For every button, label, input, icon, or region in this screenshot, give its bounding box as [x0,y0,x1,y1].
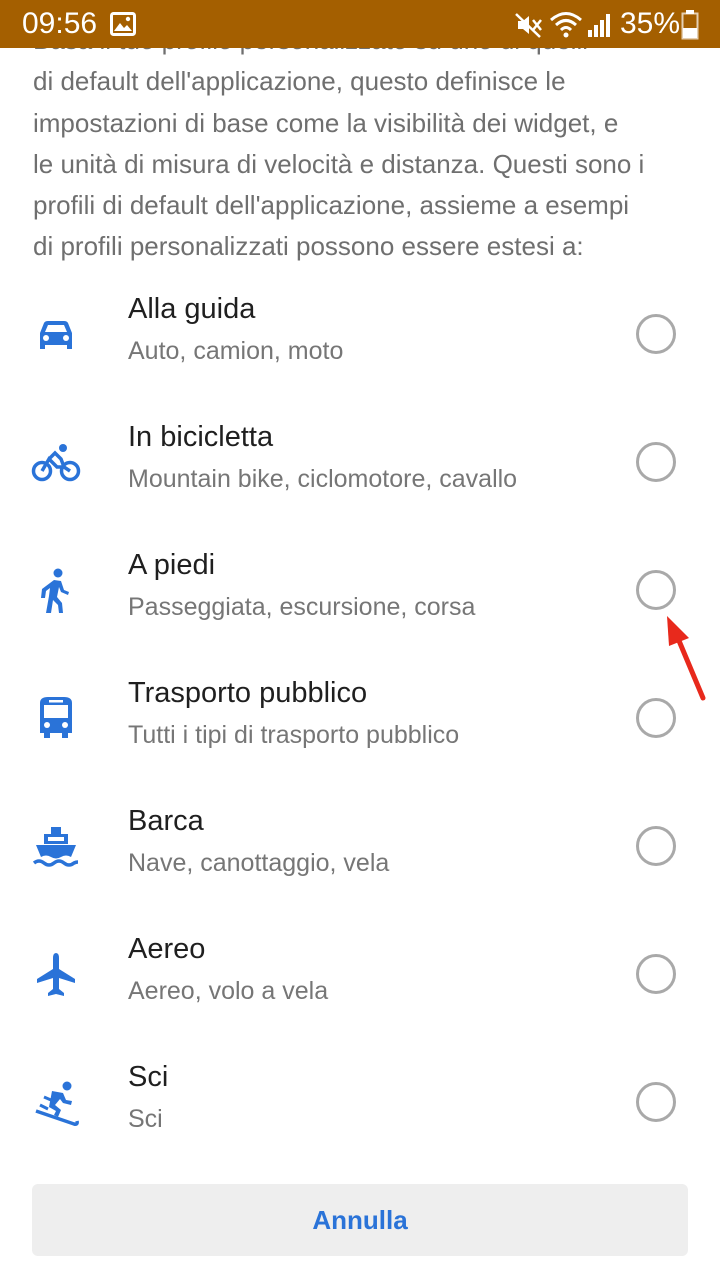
option-title: Sci [128,1061,169,1093]
annotation-arrow-icon [667,616,706,701]
battery-icon [681,10,699,40]
skiing-icon [35,1081,79,1126]
option-title: Aereo [128,933,206,965]
option-subtitle: Passeggiata, escursione, corsa [128,593,476,621]
option-subtitle: Auto, camion, moto [128,337,344,365]
intro-line: impostazioni di base come la visibilità … [33,107,619,138]
airplane-icon [37,953,75,996]
option-a-piedi[interactable]: A piedi Passeggiata, escursione, corsa [0,544,720,672]
option-barca[interactable]: Barca Nave, canottaggio, vela [0,800,720,928]
intro-line: le unità di misura di velocità e distanz… [33,148,645,179]
option-title: In bicicletta [128,421,274,453]
status-time: 09:56 [22,7,98,40]
option-title: Trasporto pubblico [128,677,368,709]
option-alla-guida[interactable]: Alla guida Auto, camion, moto [0,288,720,416]
radio-button[interactable] [636,442,676,482]
option-sci[interactable]: Sci Sci [0,1056,720,1184]
option-trasporto-pubblico[interactable]: Trasporto pubblico Tutti i tipi di trasp… [0,672,720,800]
bus-icon [40,697,72,738]
gallery-icon [110,12,136,36]
signal-icon [588,14,610,37]
option-subtitle: Sci [128,1105,163,1133]
intro-line: di profili personalizzati possono essere… [33,231,584,262]
walking-icon [41,568,69,613]
option-title: A piedi [128,549,216,581]
option-title: Alla guida [128,293,256,325]
radio-button[interactable] [636,1082,676,1122]
option-subtitle: Aereo, volo a vela [128,977,329,1005]
boat-icon [32,827,79,867]
option-subtitle: Tutti i tipi di trasporto pubblico [128,721,460,749]
radio-button[interactable] [636,954,676,994]
option-subtitle: Nave, canottaggio, vela [128,849,390,877]
status-bar: 09:56 35% [0,0,720,48]
option-subtitle: Mountain bike, ciclomotore, cavallo [128,465,518,493]
intro-line: profili di default dell'applicazione, as… [33,190,630,221]
cancel-button[interactable]: Annulla [32,1184,688,1256]
car-icon [40,321,72,349]
mute-icon [515,13,542,38]
radio-button[interactable] [636,698,676,738]
bicycle-icon [31,444,81,482]
option-aereo[interactable]: Aereo Aereo, volo a vela [0,928,720,1056]
battery-percentage: 35% [620,7,681,40]
radio-button[interactable] [636,826,676,866]
intro-line: di default dell'applicazione, questo def… [33,66,566,97]
intro-text: Basa il tuo profilo personalizzato su un… [33,20,693,268]
option-in-bicicletta[interactable]: In bicicletta Mountain bike, ciclomotore… [0,416,720,544]
option-title: Barca [128,805,204,837]
radio-button[interactable] [636,570,676,610]
wifi-icon [550,12,582,38]
radio-button[interactable] [636,314,676,354]
